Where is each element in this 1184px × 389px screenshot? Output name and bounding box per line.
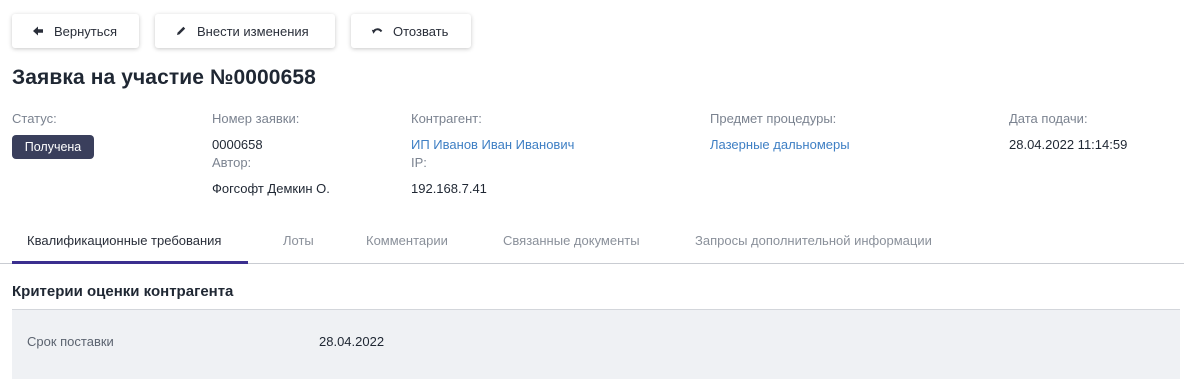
author-value: Фогсофт Демкин О. bbox=[212, 181, 330, 196]
counterparty-link[interactable]: ИП Иванов Иван Иванович bbox=[411, 137, 574, 152]
back-button[interactable]: Вернуться bbox=[12, 14, 139, 48]
back-button-label: Вернуться bbox=[54, 23, 118, 39]
date-label: Дата подачи: bbox=[1009, 111, 1088, 126]
number-value: 0000658 bbox=[212, 137, 263, 152]
page-title: Заявка на участие №0000658 bbox=[12, 66, 316, 89]
tab-comments[interactable]: Комментарии bbox=[366, 216, 448, 264]
active-tab-indicator bbox=[12, 261, 248, 264]
date-value: 28.04.2022 11:14:59 bbox=[1009, 137, 1128, 152]
number-label: Номер заявки: bbox=[212, 111, 300, 126]
ip-value: 192.168.7.41 bbox=[411, 181, 487, 196]
edit-button-label: Внести изменения bbox=[197, 23, 309, 39]
edit-button[interactable]: Внести изменения bbox=[155, 14, 335, 48]
subject-link[interactable]: Лазерные дальномеры bbox=[710, 137, 850, 152]
tab-related-documents[interactable]: Связанные документы bbox=[503, 216, 640, 264]
revoke-button[interactable]: Отозвать bbox=[351, 14, 471, 48]
toolbar: Вернуться Внести изменения Отозвать bbox=[12, 14, 471, 48]
criteria-row-value: 28.04.2022 bbox=[319, 334, 385, 349]
tab-qualification[interactable]: Квалификационные требования bbox=[27, 216, 221, 264]
criteria-row-label: Срок поставки bbox=[27, 334, 114, 349]
tab-bar: Квалификационные требования Лоты Коммент… bbox=[0, 216, 1184, 264]
undo-icon bbox=[371, 25, 383, 37]
ip-label: IP: bbox=[411, 155, 427, 170]
counterparty-label: Контрагент: bbox=[411, 111, 482, 126]
tab-info-requests[interactable]: Запросы дополнительной информации bbox=[695, 216, 932, 264]
pencil-icon bbox=[175, 25, 187, 37]
status-badge: Получена bbox=[12, 135, 94, 159]
status-label: Статус: bbox=[12, 111, 57, 126]
author-label: Автор: bbox=[212, 155, 252, 170]
criteria-panel: Срок поставки 28.04.2022 bbox=[12, 309, 1180, 379]
subject-label: Предмет процедуры: bbox=[710, 111, 837, 126]
arrow-left-icon bbox=[32, 25, 44, 37]
criteria-section-title: Критерии оценки контрагента bbox=[12, 283, 234, 300]
tab-lots[interactable]: Лоты bbox=[283, 216, 314, 264]
revoke-button-label: Отозвать bbox=[393, 23, 449, 39]
